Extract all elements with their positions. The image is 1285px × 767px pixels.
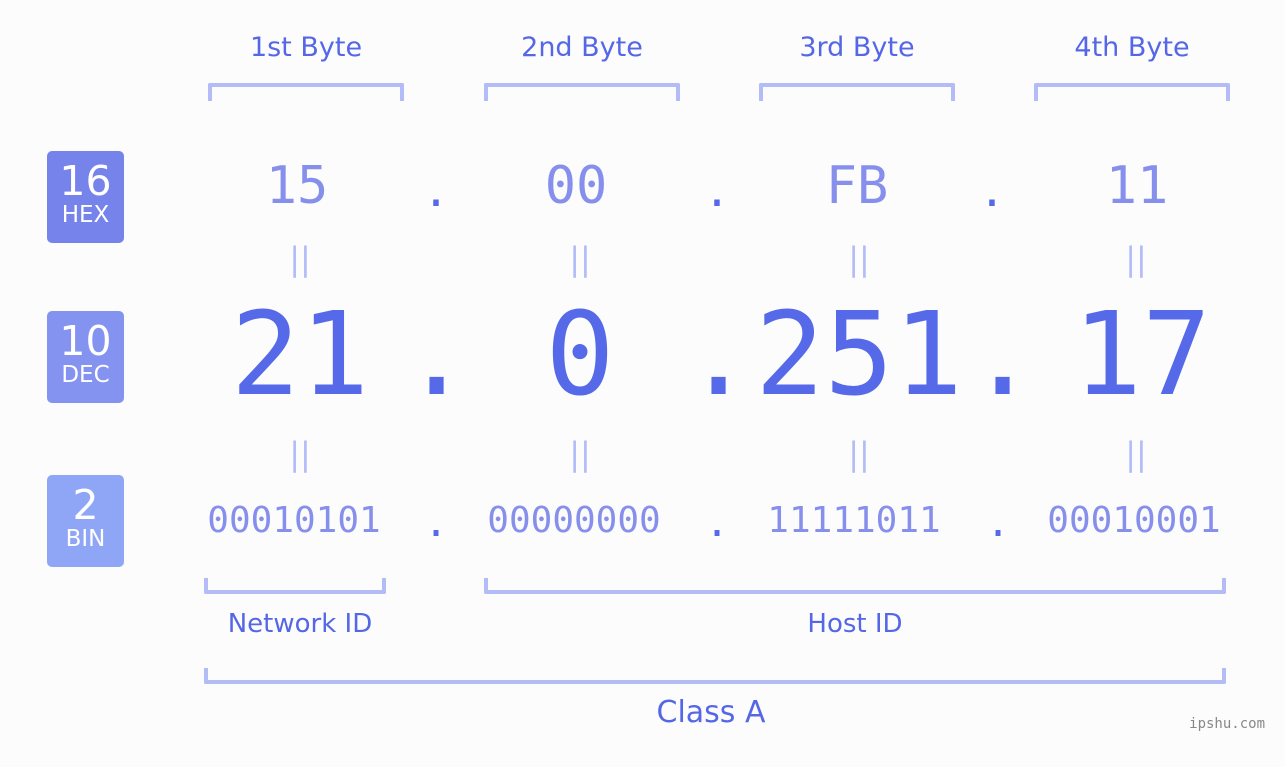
dec-byte-2: 0 xyxy=(545,288,615,422)
class-bracket xyxy=(204,668,1226,684)
equals-dec-bin-3: || xyxy=(848,435,870,473)
watermark: ipshu.com xyxy=(1189,716,1265,732)
equals-hex-dec-2: || xyxy=(569,240,591,278)
equals-dec-bin-2: || xyxy=(569,435,591,473)
hex-separator-2: . xyxy=(703,166,731,217)
bin-byte-4: 00010001 xyxy=(1047,500,1221,541)
dec-separator-1: . xyxy=(402,288,472,422)
bin-separator-2: . xyxy=(704,500,730,546)
dec-byte-1: 21 xyxy=(230,288,370,422)
byte-label-3: 3rd Byte xyxy=(799,32,915,63)
dec-separator-3: . xyxy=(968,288,1038,422)
hex-separator-1: . xyxy=(422,166,450,217)
host-id-bracket xyxy=(484,578,1226,594)
dec-byte-3: 251 xyxy=(755,288,963,422)
byte-bracket-1 xyxy=(208,83,404,101)
equals-dec-bin-1: || xyxy=(289,435,311,473)
hex-badge-label: HEX xyxy=(61,202,110,228)
byte-label-1: 1st Byte xyxy=(249,32,363,63)
equals-hex-dec-1: || xyxy=(289,240,311,278)
network-id-bracket xyxy=(204,578,386,594)
dec-badge-base: 10 xyxy=(59,317,112,365)
hex-byte-4: 11 xyxy=(1105,156,1169,216)
bin-separator-3: . xyxy=(985,500,1011,546)
host-id-label: Host ID xyxy=(807,609,903,639)
bin-badge-base: 2 xyxy=(72,481,99,529)
bin-byte-2: 00000000 xyxy=(487,500,661,541)
hex-badge-base: 16 xyxy=(59,157,112,205)
hex-byte-1: 15 xyxy=(265,156,329,216)
bin-separator-1: . xyxy=(423,500,449,546)
dec-byte-4: 17 xyxy=(1072,288,1212,422)
byte-bracket-2 xyxy=(484,83,680,101)
bin-byte-1: 00010101 xyxy=(207,500,381,541)
hex-badge: 16 HEX xyxy=(47,151,124,243)
equals-hex-dec-4: || xyxy=(1125,240,1147,278)
dec-badge-label: DEC xyxy=(61,362,110,388)
byte-bracket-3 xyxy=(759,83,955,101)
class-label: Class A xyxy=(656,695,766,730)
equals-hex-dec-3: || xyxy=(848,240,870,278)
hex-separator-3: . xyxy=(978,166,1006,217)
byte-label-4: 4th Byte xyxy=(1074,32,1190,63)
dec-separator-2: . xyxy=(684,288,754,422)
bin-byte-3: 11111011 xyxy=(767,500,941,541)
hex-byte-2: 00 xyxy=(544,156,608,216)
dec-badge: 10 DEC xyxy=(47,311,124,403)
bin-badge: 2 BIN xyxy=(47,475,124,567)
equals-dec-bin-4: || xyxy=(1125,435,1147,473)
bin-badge-label: BIN xyxy=(65,526,106,552)
hex-byte-3: FB xyxy=(825,156,889,216)
network-id-label: Network ID xyxy=(227,609,373,639)
byte-label-2: 2nd Byte xyxy=(521,32,643,63)
byte-bracket-4 xyxy=(1034,83,1230,101)
